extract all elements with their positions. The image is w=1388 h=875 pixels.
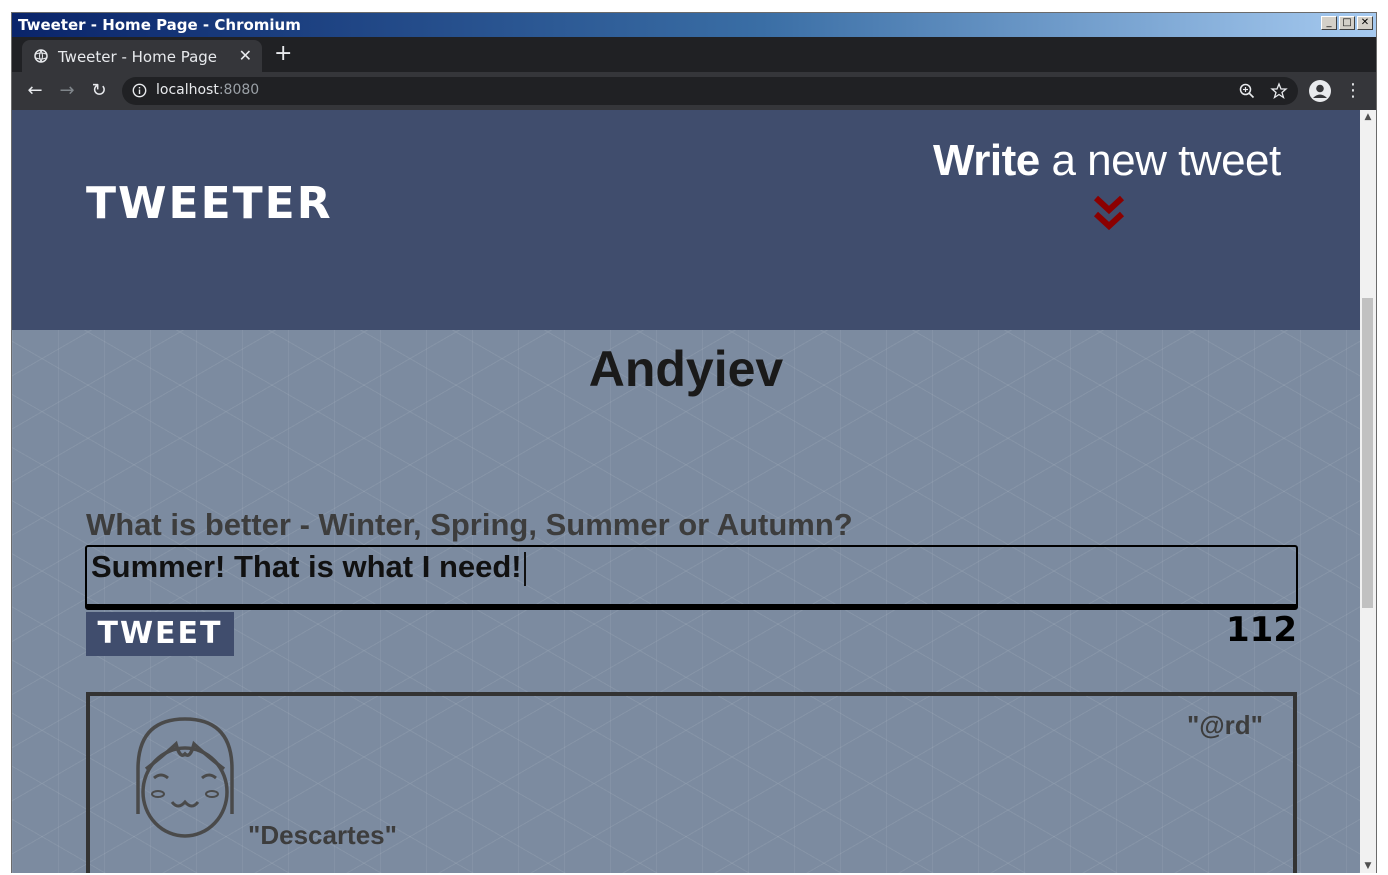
tweet-card: "Descartes" "@rd": [86, 692, 1297, 873]
window-controls: _ □ ✕: [1321, 16, 1373, 30]
address-bar[interactable]: localhost:8080: [122, 77, 1298, 105]
scroll-down-arrow-icon[interactable]: ▼: [1363, 861, 1373, 871]
user-avatar: [136, 717, 234, 838]
window-title: Tweeter - Home Page - Chromium: [18, 16, 301, 34]
tweet-author-name: "Descartes": [248, 820, 397, 850]
text-caret: [523, 551, 526, 586]
scroll-up-arrow-icon[interactable]: ▲: [1363, 112, 1373, 122]
tweet-author-handle: "@rd": [1186, 710, 1263, 740]
minimize-button[interactable]: _: [1321, 16, 1337, 30]
write-new-tweet-link[interactable]: Write a new tweet: [933, 136, 1281, 186]
back-button[interactable]: ←: [24, 80, 46, 102]
tab-home[interactable]: Tweeter - Home Page ✕: [22, 40, 262, 72]
site-logo[interactable]: Tweeter: [86, 178, 333, 229]
url-host: localhost: [156, 82, 219, 98]
double-chevron-down-icon[interactable]: [1092, 194, 1126, 234]
tab-title: Tweeter - Home Page: [58, 48, 218, 66]
profile-avatar-icon[interactable]: [1309, 80, 1331, 102]
forward-button[interactable]: →: [56, 80, 78, 102]
url-port: :8080: [218, 82, 260, 98]
site-header: Tweeter Write a new tweet: [12, 110, 1360, 330]
scroll-thumb[interactable]: [1362, 298, 1373, 608]
tweet-textarea[interactable]: Summer! That is what I need!: [85, 545, 1298, 610]
cta-bold-text: Write: [933, 136, 1040, 185]
browser-window: Tweeter - Home Page - Chromium _ □ ✕ Twe…: [11, 12, 1377, 873]
maximize-button[interactable]: □: [1339, 16, 1355, 30]
profile-username: Andyiev: [588, 341, 784, 397]
page-viewport: Tweeter Write a new tweet Andyiev What i…: [12, 110, 1360, 873]
browser-menu-icon[interactable]: ⋮: [1344, 80, 1362, 102]
url-text: localhost:8080: [156, 82, 259, 98]
reload-button[interactable]: ↻: [88, 80, 110, 102]
browser-toolbar: ← → ↻ localhost:8080 ⋮: [12, 72, 1376, 110]
tab-strip: Tweeter - Home Page ✕ +: [12, 37, 1376, 72]
bookmark-star-icon[interactable]: [1270, 82, 1288, 100]
new-tab-button[interactable]: +: [274, 43, 292, 65]
tweet-button[interactable]: Tweet: [86, 612, 234, 656]
globe-icon: [34, 49, 48, 63]
window-titlebar[interactable]: Tweeter - Home Page - Chromium _ □ ✕: [12, 13, 1376, 37]
zoom-icon[interactable]: [1238, 82, 1256, 100]
info-icon[interactable]: [132, 83, 147, 98]
main-content: Andyiev What is better - Winter, Spring,…: [12, 330, 1360, 873]
tab-close-icon[interactable]: ✕: [239, 46, 252, 65]
char-counter: 112: [1226, 610, 1297, 650]
compose-prompt: What is better - Winter, Spring, Summer …: [86, 507, 853, 542]
close-window-button[interactable]: ✕: [1357, 16, 1373, 30]
vertical-scrollbar[interactable]: ▲ ▼: [1360, 110, 1376, 873]
cta-light-text: a new tweet: [1039, 136, 1281, 185]
tweet-text: Summer! That is what I need!: [91, 549, 522, 584]
